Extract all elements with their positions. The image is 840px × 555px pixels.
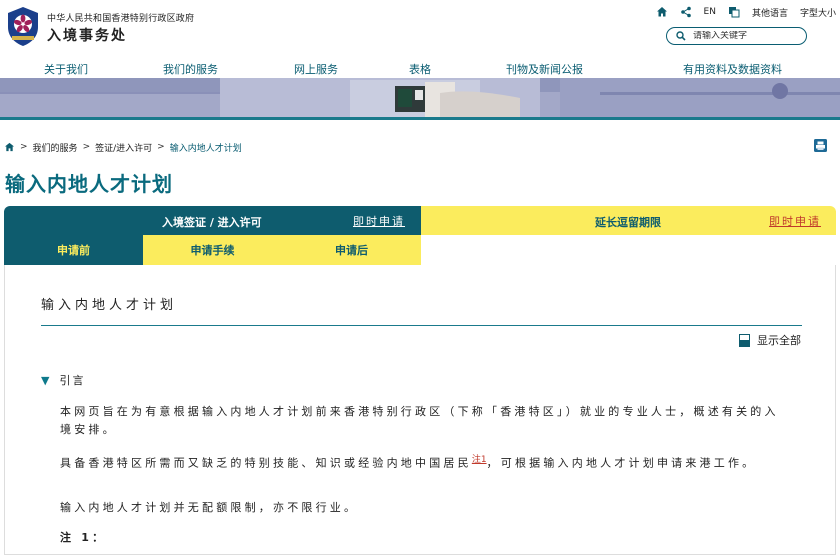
print-icon[interactable] xyxy=(814,139,827,152)
breadcrumb-current: 输入内地人才计划 xyxy=(169,143,242,154)
breadcrumb-separator: > xyxy=(82,142,91,152)
triangle-down-icon[interactable]: ▼ xyxy=(41,374,51,387)
breadcrumb-separator: > xyxy=(157,142,165,152)
home-icon[interactable] xyxy=(656,6,668,18)
other-language-link[interactable]: 其他语言 xyxy=(752,6,788,19)
breadcrumb-our-services[interactable]: 我们的服务 xyxy=(33,141,78,154)
main-nav: 关于我们 我们的服务 网上服务 表格 刊物及新闻公报 有用资料及数据资料 xyxy=(0,58,840,78)
language-icon[interactable] xyxy=(728,6,740,18)
content-panel: 输入内地人才计划 显示全部 ▼ 引言 本网页旨在为有意根据输入内地人才计划前来香… xyxy=(4,265,836,555)
application-tabs: 入境签证 / 进入许可 即时申请 延长逗留期限 即时申请 申请前 申请手续 申请… xyxy=(4,206,836,265)
nav-about-us[interactable]: 关于我们 xyxy=(44,61,88,77)
share-icon[interactable] xyxy=(680,6,692,18)
show-all-checkbox[interactable] xyxy=(739,333,750,347)
search-input[interactable] xyxy=(693,31,793,41)
nav-our-services[interactable]: 我们的服务 xyxy=(163,61,218,77)
intro-paragraph-1: 本网页旨在为有意根据输入内地人才计划前来香港特别行政区（下称「香港特区」）就业的… xyxy=(60,405,779,436)
breadcrumb-visas-permits[interactable]: 签证/进入许可 xyxy=(95,141,152,154)
tab-extension-of-stay[interactable]: 延长逗留期限 即时申请 xyxy=(421,206,836,235)
intro-heading[interactable]: 引言 xyxy=(59,372,85,388)
language-en-link[interactable]: EN xyxy=(704,7,716,17)
tab-extension-label[interactable]: 延长逗留期限 xyxy=(595,214,661,230)
home-icon[interactable] xyxy=(4,142,15,152)
intro-paragraph-2: 具备香港特区所需而又缺乏的特别技能、知识或经验内地中国居民注1，可根据输入内地人… xyxy=(60,451,790,473)
nav-useful-info[interactable]: 有用资料及数据资料 xyxy=(683,61,782,77)
apply-now-extension-link[interactable]: 即时申请 xyxy=(769,213,821,229)
tab-entry-visa-label[interactable]: 入境签证 / 进入许可 xyxy=(162,214,262,230)
intro-paragraph-2-text: 具备香港特区所需而又缺乏的特别技能、知识或经验内地中国居民 xyxy=(60,456,472,470)
search-icon[interactable] xyxy=(676,31,686,41)
intro-paragraph-2-tail: ，可根据输入内地人才计划申请来港工作。 xyxy=(486,456,757,470)
apply-now-entry-link[interactable]: 即时申请 xyxy=(353,213,405,229)
footnote-label: 注 1： xyxy=(60,531,107,544)
section-divider xyxy=(41,325,802,326)
intro-paragraph-3: 输入内地人才计划并无配额限制，亦不限行业。 xyxy=(60,501,359,514)
breadcrumb-separator: > xyxy=(20,142,28,152)
show-all-toggle[interactable]: 显示全部 xyxy=(739,332,801,348)
section-title: 输入内地人才计划 xyxy=(41,298,178,313)
subtab-after-applying[interactable]: 申请后 xyxy=(282,235,421,265)
nav-forms[interactable]: 表格 xyxy=(409,61,431,77)
font-size-link[interactable]: 字型大小 xyxy=(800,6,836,19)
intro-accordion-header[interactable]: ▼ 引言 xyxy=(41,372,85,388)
subtab-procedures[interactable]: 申请手续 xyxy=(143,235,282,265)
search-box[interactable] xyxy=(666,27,807,45)
department-name[interactable]: 入境事务处 xyxy=(47,25,127,45)
tab-entry-visa[interactable]: 入境签证 / 进入许可 即时申请 xyxy=(4,206,421,235)
nav-online-services[interactable]: 网上服务 xyxy=(294,61,338,77)
footnote-link[interactable]: 注1 xyxy=(472,455,487,465)
site-header: 中华人民共和国香港特别行政区政府 入境事务处 EN 其他语言 字型大小 xyxy=(0,0,840,58)
utility-bar: EN 其他语言 字型大小 xyxy=(656,5,836,19)
government-name: 中华人民共和国香港特别行政区政府 xyxy=(47,14,195,24)
nav-publications-press[interactable]: 刊物及新闻公报 xyxy=(506,61,583,77)
logo-icon[interactable] xyxy=(5,5,41,47)
subtab-before-applying[interactable]: 申请前 xyxy=(4,235,143,265)
page-banner-image xyxy=(0,78,840,120)
show-all-label[interactable]: 显示全部 xyxy=(757,332,801,348)
sub-tabs: 申请前 申请手续 申请后 xyxy=(4,235,421,265)
breadcrumb: > 我们的服务 > 签证/进入许可 > 输入内地人才计划 xyxy=(4,141,242,154)
page-title: 输入内地人才计划 xyxy=(5,172,173,196)
